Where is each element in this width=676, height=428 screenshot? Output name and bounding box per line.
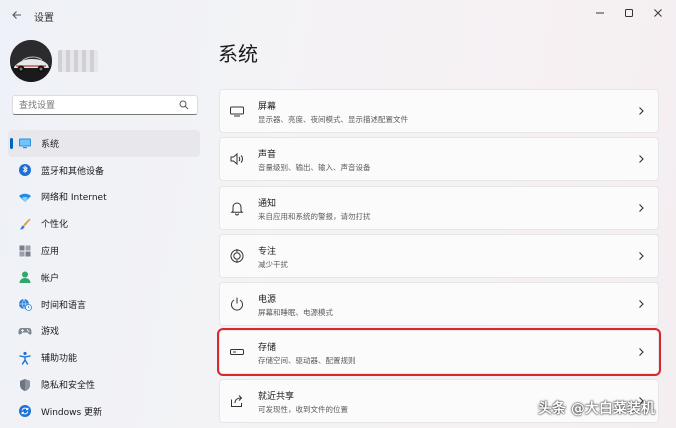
search-box[interactable] xyxy=(12,95,198,115)
sidebar-item-apps[interactable]: 应用 xyxy=(8,237,200,264)
bluetooth-icon xyxy=(18,163,32,177)
sidebar-item-system[interactable]: 系统 xyxy=(8,130,200,157)
settings-list: 屏幕 显示器、亮度、夜间模式、显示描述配置文件 声音 音量级别、输出、输入、声音… xyxy=(217,89,661,427)
accessibility-icon xyxy=(18,351,32,365)
settings-card-sound[interactable]: 声音 音量级别、输出、输入、声音设备 xyxy=(219,137,659,182)
sidebar-item-personalization[interactable]: 个性化 xyxy=(8,210,200,237)
car-photo-icon xyxy=(10,40,52,82)
sidebar-item-label: 帐户 xyxy=(41,273,60,284)
sidebar-item-windows-update[interactable]: Windows 更新 xyxy=(8,398,200,425)
card-title: 屏幕 xyxy=(258,102,277,112)
monitor-icon xyxy=(229,103,245,119)
sidebar-item-accessibility[interactable]: 辅助功能 xyxy=(8,344,200,371)
update-icon xyxy=(18,404,32,418)
card-title: 存储 xyxy=(258,343,277,354)
account-icon xyxy=(18,270,32,284)
maximize-button[interactable] xyxy=(616,3,642,23)
sidebar-item-privacy[interactable]: 隐私和安全性 xyxy=(8,371,200,398)
chevron-right-icon xyxy=(639,203,644,212)
watermark-text: 头条 @大白菜装机 xyxy=(538,401,655,417)
sidebar-item-label: 应用 xyxy=(41,247,60,258)
globe-clock-icon xyxy=(18,297,32,312)
sidebar-item-label: 网络和 Internet xyxy=(41,193,107,204)
settings-card-power[interactable]: 电源 屏幕和睡眠、电源模式 xyxy=(219,282,659,327)
card-title: 电源 xyxy=(258,295,277,306)
sidebar-item-accounts[interactable]: 帐户 xyxy=(8,264,200,291)
back-button[interactable] xyxy=(8,6,26,24)
card-title: 通知 xyxy=(258,198,277,209)
settings-card-display[interactable]: 屏幕 显示器、亮度、夜间模式、显示描述配置文件 xyxy=(219,89,659,133)
card-description: 可发现性，收到文件的位置 xyxy=(258,404,348,414)
sidebar-item-label: 辅助功能 xyxy=(41,354,78,365)
power-icon xyxy=(229,296,245,312)
brush-icon xyxy=(18,217,32,231)
card-description: 音量级别、输出、输入、声音设备 xyxy=(258,163,371,173)
card-description: 减少干扰 xyxy=(258,259,288,269)
sidebar-item-label: 时间和语言 xyxy=(41,300,87,311)
close-icon xyxy=(654,9,662,17)
shield-icon xyxy=(18,378,32,392)
title-bar: 设置 xyxy=(0,0,676,30)
share-icon xyxy=(229,393,245,409)
minimize-icon xyxy=(596,12,604,14)
settings-card-focus[interactable]: 专注 减少干扰 xyxy=(219,233,659,278)
card-description: 来自应用和系统的警报，请勿打扰 xyxy=(258,211,371,221)
card-description: 显示器、亮度、夜间模式、显示描述配置文件 xyxy=(258,115,408,124)
page-title: 系统 xyxy=(218,42,258,66)
close-button[interactable] xyxy=(645,3,671,23)
arrow-left-icon xyxy=(12,11,21,19)
speaker-icon xyxy=(229,151,245,167)
search-input[interactable] xyxy=(19,98,179,113)
sidebar-item-label: 系统 xyxy=(41,139,60,150)
settings-card-storage[interactable]: 存储 存储空间、驱动器、配置规则 xyxy=(217,328,661,377)
avatar[interactable] xyxy=(10,40,52,82)
storage-icon xyxy=(229,344,245,360)
display-icon xyxy=(18,136,32,150)
settings-card-notifications[interactable]: 通知 来自应用和系统的警报，请勿打扰 xyxy=(219,185,659,230)
apps-icon xyxy=(18,244,32,258)
sidebar-item-network[interactable]: 网络和 Internet xyxy=(8,184,200,211)
sidebar-item-gaming[interactable]: 游戏 xyxy=(8,318,200,345)
sidebar-item-label: 隐私和安全性 xyxy=(41,381,96,392)
app-title: 设置 xyxy=(34,13,54,24)
minimize-button[interactable] xyxy=(587,3,613,23)
chevron-right-icon xyxy=(639,155,644,164)
wifi-icon xyxy=(18,190,32,204)
focus-icon xyxy=(229,248,245,264)
sidebar-item-bluetooth[interactable]: 蓝牙和其他设备 xyxy=(8,157,200,184)
chevron-right-icon xyxy=(639,107,644,115)
chevron-right-icon xyxy=(639,348,644,357)
search-icon[interactable] xyxy=(179,100,189,110)
sidebar-item-label: 个性化 xyxy=(41,220,69,231)
card-title: 专注 xyxy=(258,246,277,257)
user-name-blurred xyxy=(58,50,98,72)
sidebar-item-label: Windows 更新 xyxy=(41,407,103,418)
card-title: 就近共享 xyxy=(258,391,295,402)
maximize-icon xyxy=(625,9,633,17)
sidebar-item-time-language[interactable]: 时间和语言 xyxy=(8,291,200,318)
bell-icon xyxy=(229,200,245,216)
card-title: 声音 xyxy=(258,150,277,161)
chevron-right-icon xyxy=(639,300,644,309)
sidebar-item-label: 蓝牙和其他设备 xyxy=(41,166,105,177)
chevron-right-icon xyxy=(639,252,644,260)
sidebar-nav: 系统 蓝牙和其他设备 网络和 Internet 个性化 应用 帐户 时间和语言 … xyxy=(8,130,200,425)
card-description: 屏幕和睡眠、电源模式 xyxy=(258,308,333,318)
card-description: 存储空间、驱动器、配置规则 xyxy=(258,356,356,366)
gamepad-icon xyxy=(18,324,32,338)
sidebar-item-label: 游戏 xyxy=(41,327,60,338)
